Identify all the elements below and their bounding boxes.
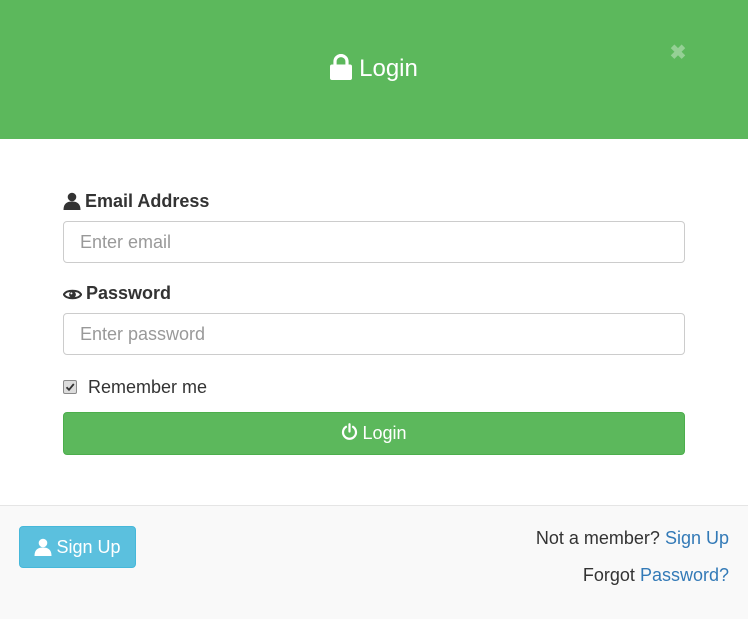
login-button[interactable]: Login [63, 412, 685, 455]
email-input[interactable] [63, 221, 685, 263]
user-icon [34, 538, 52, 556]
email-label-text: Email Address [85, 191, 210, 211]
modal-title-text: Login [359, 55, 418, 82]
forgot-line: Forgot Password? [583, 564, 729, 586]
password-label-text: Password [86, 283, 172, 303]
email-label: Email Address [63, 189, 209, 213]
login-modal: Login ✖ Email Address Password [0, 0, 748, 619]
remember-label: Remember me [88, 377, 208, 397]
signup-button-label: Sign Up [56, 537, 121, 557]
not-member-text: Not a member? [535, 528, 660, 548]
user-icon [63, 192, 81, 210]
eye-icon [63, 289, 82, 300]
password-label: Password [63, 281, 171, 305]
forgot-text: Forgot [582, 565, 635, 585]
modal-title: Login [0, 54, 748, 84]
modal-header: Login ✖ [0, 0, 748, 139]
modal-body: Email Address Password Remember me Lo [0, 139, 748, 505]
checkmark-icon [65, 383, 75, 392]
lock-icon [330, 54, 353, 80]
remember-checkbox[interactable] [63, 380, 77, 394]
modal-footer: Sign Up Not a member? Sign Up Forgot Pas… [0, 505, 748, 619]
forgot-password-link[interactable]: Password? [640, 565, 729, 585]
not-member-line: Not a member? Sign Up [536, 527, 729, 549]
close-icon[interactable]: ✖ [668, 42, 688, 64]
login-button-label: Login [362, 423, 407, 443]
password-input[interactable] [63, 313, 685, 355]
signup-button[interactable]: Sign Up [19, 526, 136, 568]
power-icon [342, 423, 358, 440]
signup-link[interactable]: Sign Up [665, 528, 729, 548]
